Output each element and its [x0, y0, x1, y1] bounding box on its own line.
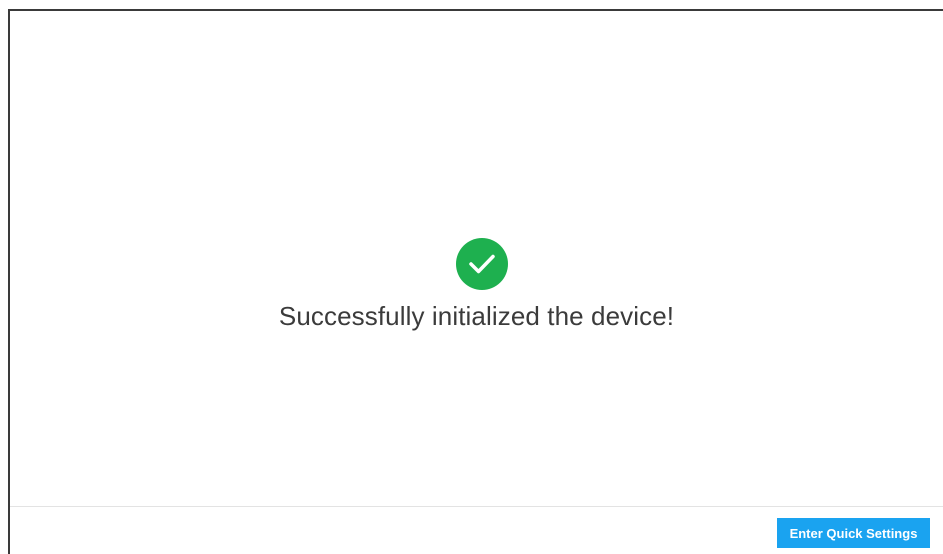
success-message: Successfully initialized the device! — [278, 301, 675, 331]
check-circle-icon — [456, 238, 508, 290]
initialization-dialog: Successfully initialized the device! Ent… — [0, 0, 943, 554]
success-panel: Successfully initialized the device! — [10, 11, 943, 505]
enter-quick-settings-button[interactable]: Enter Quick Settings — [777, 518, 930, 548]
footer-divider — [10, 506, 943, 507]
